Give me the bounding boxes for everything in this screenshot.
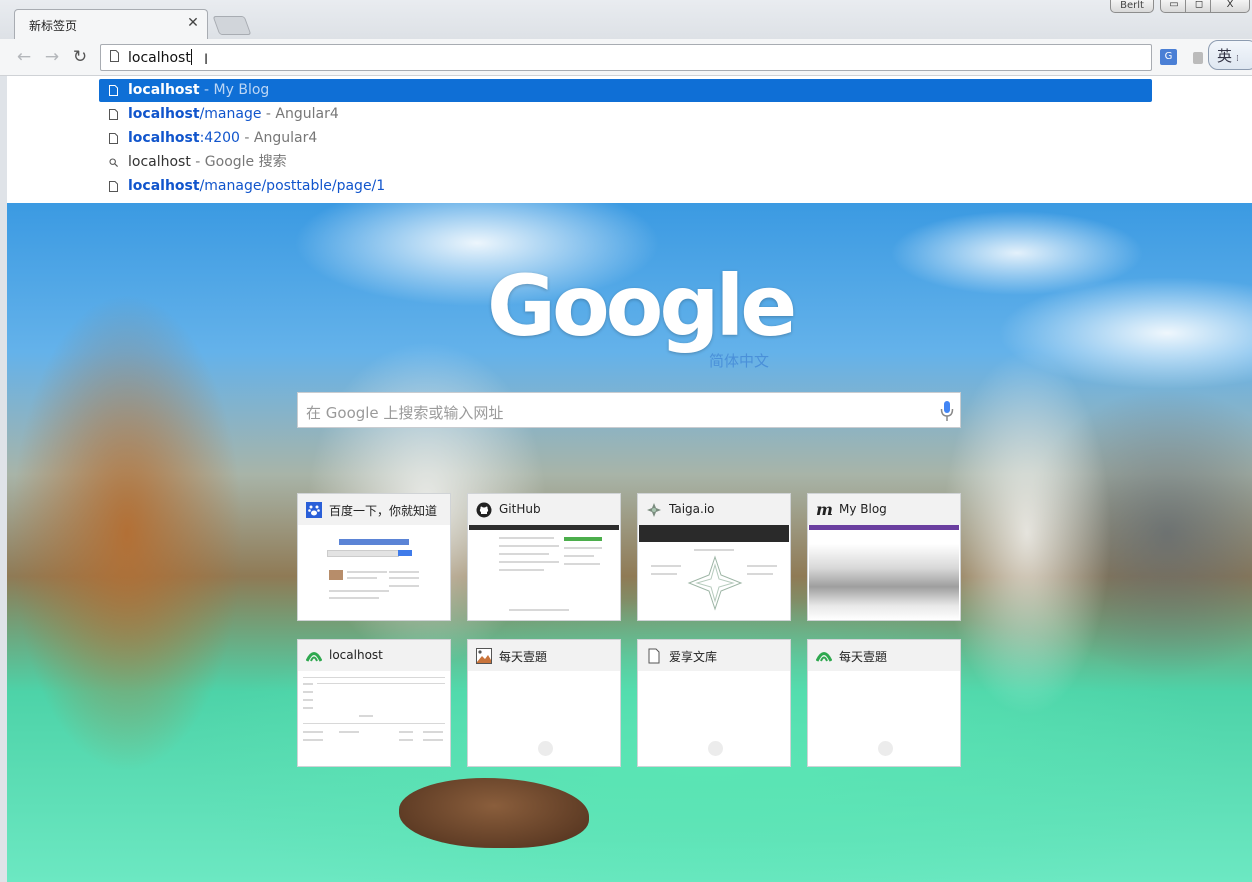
- suggestion-title: Angular4: [275, 106, 339, 122]
- most-visited-tile[interactable]: m My Blog: [807, 493, 961, 621]
- suggestion-sep: -: [239, 130, 254, 146]
- tile-title: localhost: [329, 648, 383, 662]
- new-tab-page: Google 简体中文 在 Google 上搜索或输入网址 百度一下，你就知道: [7, 203, 1252, 882]
- address-bar-text[interactable]: localhost: [128, 49, 192, 66]
- suggestion-query: localhost: [128, 154, 191, 170]
- page-icon: [110, 50, 119, 62]
- google-logo: Google: [487, 257, 797, 355]
- background-rock: [399, 778, 589, 848]
- tile-title: 百度一下，你就知道: [329, 504, 438, 518]
- angular-green-icon: [306, 652, 322, 662]
- tile-thumbnail: [639, 671, 789, 766]
- tile-thumbnail: [639, 525, 789, 620]
- tile-title: Taiga.io: [669, 502, 715, 516]
- extension-icon[interactable]: [1193, 52, 1203, 64]
- reload-icon[interactable]: ↻: [71, 48, 89, 66]
- profile-badge[interactable]: Berlt: [1110, 0, 1154, 13]
- suggestion-host: localhost: [128, 106, 200, 122]
- loading-dot: [878, 741, 893, 756]
- page-icon: [109, 181, 118, 192]
- suggestion-row[interactable]: localhost - Google 搜索: [99, 151, 1152, 174]
- tab-close-icon[interactable]: ✕: [185, 15, 201, 31]
- angular-green-icon: [816, 652, 832, 662]
- tile-thumbnail: [809, 525, 959, 620]
- tile-thumbnail: [809, 671, 959, 766]
- suggestion-title: My Blog: [213, 82, 270, 98]
- tab-new-tab[interactable]: 新标签页 ✕: [14, 9, 208, 40]
- google-logo-locale: 简体中文: [709, 352, 770, 370]
- tile-title: 爱享文库: [669, 650, 718, 664]
- tab-strip: 新标签页 ✕ Berlt ▭ ◻ X: [0, 0, 1252, 40]
- text-cursor-icon: I: [204, 52, 209, 68]
- ntp-search-placeholder: 在 Google 上搜索或输入网址: [306, 404, 504, 422]
- translate-icon[interactable]: G: [1160, 49, 1177, 65]
- suggestion-host: localhost: [128, 178, 200, 194]
- tile-title: My Blog: [839, 502, 887, 516]
- suggestion-sep: -: [199, 82, 214, 98]
- most-visited-tile[interactable]: Taiga.io: [637, 493, 791, 621]
- most-visited-tile[interactable]: localhost: [297, 639, 451, 767]
- suggestion-sep: -: [190, 154, 205, 170]
- tile-thumbnail: [469, 671, 619, 766]
- most-visited-tile[interactable]: 爱享文库: [637, 639, 791, 767]
- suggestion-path: /manage: [199, 106, 262, 122]
- most-visited-tile[interactable]: 每天壹題: [807, 639, 961, 767]
- suggestion-title: Angular4: [253, 130, 318, 146]
- suggestion-row[interactable]: localhost/manage - Angular4: [99, 103, 1152, 126]
- close-window-button[interactable]: X: [1210, 0, 1250, 13]
- most-visited-tile[interactable]: 百度一下，你就知道: [297, 493, 451, 621]
- tile-title: 每天壹題: [839, 650, 888, 664]
- page-icon: [109, 109, 118, 120]
- ime-mode-badge[interactable]: 英 ⁞: [1208, 40, 1252, 70]
- loading-dot: [538, 741, 553, 756]
- omnibox-suggestions: localhost - My Blog localhost/manage - A…: [7, 76, 1252, 204]
- tile-thumbnail: [299, 671, 449, 766]
- page-icon: [109, 133, 118, 144]
- loading-dot: [708, 741, 723, 756]
- tile-title: GitHub: [499, 502, 541, 516]
- taiga-icon: [647, 503, 661, 517]
- microphone-icon[interactable]: [940, 400, 954, 422]
- tile-thumbnail: [469, 525, 619, 620]
- tab-title: 新标签页: [29, 19, 78, 33]
- taiga-illustration: [687, 555, 743, 611]
- new-tab-button[interactable]: [212, 16, 252, 35]
- suggestion-row[interactable]: localhost - My Blog: [99, 79, 1152, 102]
- back-arrow-icon[interactable]: ←: [15, 48, 33, 66]
- github-icon: [476, 502, 492, 518]
- forward-arrow-icon[interactable]: →: [43, 48, 61, 66]
- tile-title: 每天壹題: [499, 650, 548, 664]
- ntp-search-input[interactable]: 在 Google 上搜索或输入网址: [297, 392, 961, 428]
- image-icon: [476, 648, 492, 664]
- address-bar[interactable]: localhost: [100, 44, 1152, 71]
- suggestion-title: Google 搜索: [204, 154, 287, 170]
- suggestion-sep: -: [261, 106, 276, 122]
- search-icon: [109, 158, 118, 167]
- most-visited-tile[interactable]: 每天壹題: [467, 639, 621, 767]
- maximize-button[interactable]: ◻: [1185, 0, 1213, 13]
- suggestion-row[interactable]: localhost:4200 - Angular4: [99, 127, 1152, 150]
- suggestion-row[interactable]: localhost/manage/posttable/page/1: [99, 175, 1152, 198]
- suggestion-host: localhost: [128, 130, 200, 146]
- m-logo-icon: m: [816, 500, 833, 519]
- suggestion-path: :4200: [199, 130, 240, 146]
- tile-thumbnail: [299, 525, 449, 620]
- suggestion-host: localhost: [128, 82, 200, 98]
- page-icon: [109, 85, 118, 96]
- minimize-button[interactable]: ▭: [1160, 0, 1188, 13]
- most-visited-tile[interactable]: GitHub: [467, 493, 621, 621]
- suggestion-path: /manage/posttable/page/1: [199, 178, 386, 194]
- browser-toolbar: ← → ↻ localhost I G 英 ⁞: [0, 39, 1252, 76]
- baidu-icon: [306, 502, 322, 518]
- page-icon: [648, 648, 660, 664]
